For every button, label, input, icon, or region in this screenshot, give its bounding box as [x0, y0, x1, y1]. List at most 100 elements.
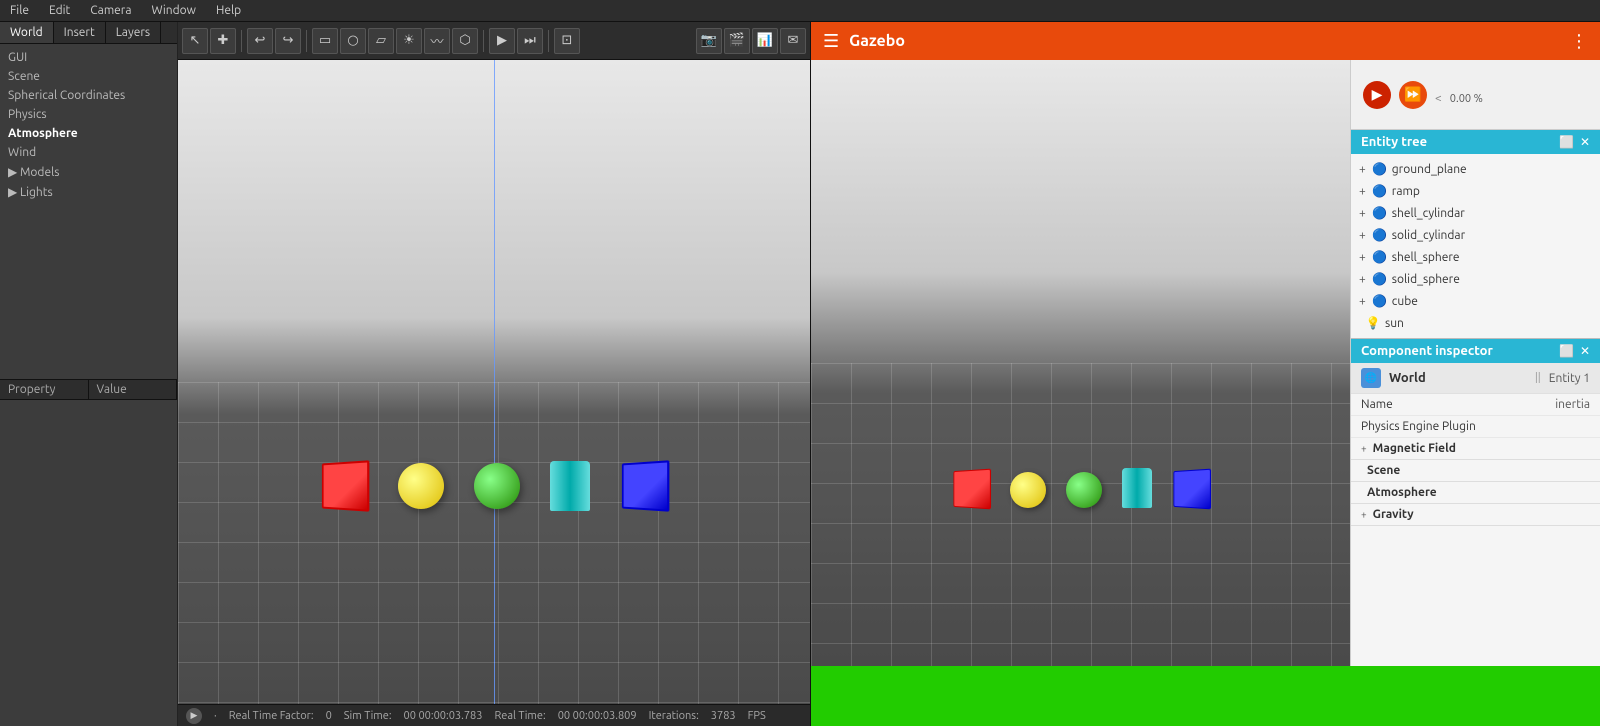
et-expand-solid-sph: + [1359, 273, 1366, 286]
et-item-sun[interactable]: 💡 sun [1351, 312, 1600, 334]
viewport-3d[interactable] [178, 60, 810, 704]
tool-sphere[interactable]: ○ [340, 28, 366, 54]
tool-redo[interactable]: ↪ [275, 28, 301, 54]
et-item-solid-cylindar[interactable]: + 🔵 solid_cylindar [1351, 224, 1600, 246]
gazebo-grid [811, 363, 1350, 666]
viewport-grid [178, 382, 810, 704]
gazebo-viewport[interactable] [811, 60, 1350, 666]
et-item-ramp[interactable]: + 🔵 ramp [1351, 180, 1600, 202]
progress-chevron[interactable]: < [1435, 92, 1442, 105]
ci-close[interactable]: ✕ [1580, 344, 1590, 358]
play-button[interactable]: ▶ [1363, 81, 1391, 109]
tool-mail[interactable]: ✉ [780, 28, 806, 54]
et-item-solid-sphere[interactable]: + 🔵 solid_sphere [1351, 268, 1600, 290]
ci-section-magfield[interactable]: + Magnetic Field [1351, 438, 1600, 460]
tab-insert[interactable]: Insert [54, 22, 106, 43]
tool-chart[interactable]: 📊 [752, 28, 778, 54]
ci-entity-label: Entity 1 [1549, 372, 1590, 385]
ci-world-row: 🌐 World || Entity 1 [1351, 363, 1600, 394]
tool-video[interactable]: 🎬 [724, 28, 750, 54]
gazebo-main: ▶ ⏩ < 0.00 % Entity tree ⬜ [811, 60, 1600, 666]
entity-tree-title: Entity tree [1361, 135, 1427, 149]
ci-toggle-btn[interactable]: || [1535, 372, 1541, 384]
tool-select[interactable]: ↖ [182, 28, 208, 54]
et-item-ground-plane[interactable]: + 🔵 ground_plane [1351, 158, 1600, 180]
tool-play[interactable]: ▶ [489, 28, 515, 54]
et-icon-ground: 🔵 [1372, 161, 1388, 177]
tool-box[interactable]: ▭ [312, 28, 338, 54]
status-bar: ▶ · Real Time Factor: 0 Sim Time: 00 00:… [178, 704, 810, 726]
tool-mesh[interactable]: ⬡ [452, 28, 478, 54]
ci-section-atmosphere[interactable]: Atmosphere [1351, 482, 1600, 504]
toolbar-separator-3 [483, 30, 484, 52]
entity-tree-close[interactable]: ✕ [1580, 135, 1590, 149]
et-label-sun: sun [1385, 317, 1404, 330]
status-rtf-label: Real Time Factor: [229, 710, 314, 722]
et-expand-shell-cyl: + [1359, 207, 1366, 220]
tab-layers[interactable]: Layers [106, 22, 161, 43]
et-expand-ramp: + [1359, 185, 1366, 198]
menu-window[interactable]: Window [142, 2, 206, 19]
ff-button[interactable]: ⏩ [1399, 81, 1427, 109]
object-sphere-yellow[interactable] [398, 463, 444, 509]
menu-edit[interactable]: Edit [39, 2, 80, 19]
status-fps: FPS [748, 710, 766, 722]
et-item-cube[interactable]: + 🔵 cube [1351, 290, 1600, 312]
gz-object-cube-blue[interactable] [1173, 469, 1211, 510]
menu-help[interactable]: Help [206, 2, 251, 19]
et-label-shell-sph: shell_sphere [1392, 251, 1460, 264]
tree-item-lights[interactable]: ▶ Lights [0, 182, 177, 202]
gazebo-menu-icon[interactable]: ☰ [823, 31, 839, 52]
gz-object-cylinder-cyan[interactable] [1122, 468, 1152, 508]
object-cylinder-cyan[interactable] [550, 461, 590, 511]
et-icon-solid-cyl: 🔵 [1372, 227, 1388, 243]
tree-item-wind[interactable]: Wind [0, 143, 177, 162]
et-icon-shell-sph: 🔵 [1372, 249, 1388, 265]
menu-bar: File Edit Camera Window Help [0, 0, 1600, 22]
ci-section-gravity[interactable]: + Gravity [1351, 504, 1600, 526]
tree-item-models[interactable]: ▶ Models [0, 162, 177, 182]
gz-object-cube-red[interactable] [953, 469, 991, 510]
et-label-cube: cube [1392, 295, 1418, 308]
ci-maximize[interactable]: ⬜ [1559, 344, 1574, 358]
tree-item-atmosphere[interactable]: Atmosphere [0, 124, 177, 143]
tool-light[interactable]: ☀ [396, 28, 422, 54]
tab-world[interactable]: World [0, 22, 54, 43]
tool-ff[interactable]: ⏭ [517, 28, 543, 54]
tool-screenshot[interactable]: 📷 [696, 28, 722, 54]
et-item-shell-cylindar[interactable]: + 🔵 shell_cylindar [1351, 202, 1600, 224]
status-play-btn[interactable]: ▶ [186, 708, 202, 724]
entity-tree-controls: ⬜ ✕ [1559, 135, 1590, 149]
menu-camera[interactable]: Camera [80, 2, 141, 19]
gazebo-dots-icon[interactable]: ⋮ [1570, 31, 1588, 52]
ci-prop-name: Name inertia [1351, 394, 1600, 416]
viewport[interactable] [178, 60, 810, 704]
tree-item-gui[interactable]: GUI [0, 48, 177, 67]
gazebo-title: Gazebo [849, 32, 1560, 50]
ci-world-icon: 🌐 [1361, 368, 1381, 388]
gz-object-sphere-green[interactable] [1066, 472, 1102, 508]
et-expand-solid-cyl: + [1359, 229, 1366, 242]
object-sphere-green[interactable] [474, 463, 520, 509]
tool-undo[interactable]: ↩ [247, 28, 273, 54]
tool-add[interactable]: ✚ [210, 28, 236, 54]
status-realtime-label: Real Time: [494, 710, 545, 722]
tool-wave[interactable]: 〰 [424, 28, 450, 54]
ci-section-scene[interactable]: Scene [1351, 460, 1600, 482]
tool-align[interactable]: ⊡ [554, 28, 580, 54]
object-cube-red[interactable] [322, 460, 369, 512]
entity-tree-maximize[interactable]: ⬜ [1559, 135, 1574, 149]
status-iter-label: Iterations: [649, 710, 699, 722]
toolbar-right: 📷 🎬 📊 ✉ [696, 28, 806, 54]
menu-file[interactable]: File [0, 2, 39, 19]
et-expand-shell-sph: + [1359, 251, 1366, 264]
tree-item-spherical[interactable]: Spherical Coordinates [0, 86, 177, 105]
et-item-shell-sphere[interactable]: + 🔵 shell_sphere [1351, 246, 1600, 268]
gz-object-sphere-yellow[interactable] [1010, 472, 1046, 508]
object-cube-blue[interactable] [622, 460, 670, 512]
tree-item-physics[interactable]: Physics [0, 105, 177, 124]
tool-cylinder[interactable]: ▱ [368, 28, 394, 54]
status-iter-value: 3783 [711, 710, 736, 722]
ci-gravity-label: Gravity [1373, 508, 1414, 521]
tree-item-scene[interactable]: Scene [0, 67, 177, 86]
